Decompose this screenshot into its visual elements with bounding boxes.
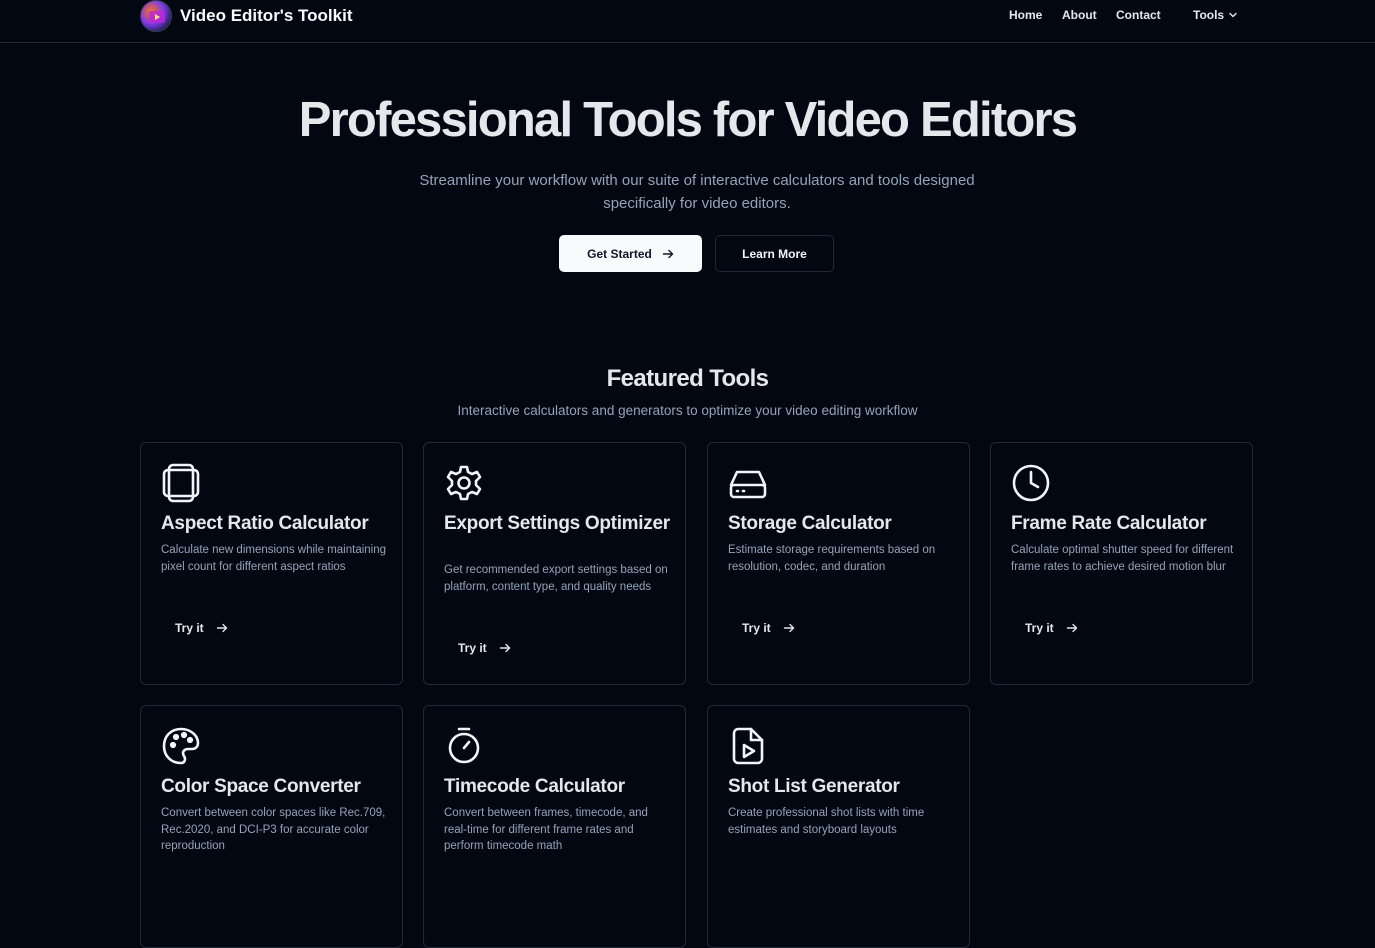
try-it-button[interactable]: Try it bbox=[444, 633, 525, 663]
try-it-label: Try it bbox=[742, 621, 771, 635]
brand-link[interactable]: Video Editor's Toolkit bbox=[140, 0, 352, 32]
arrow-right-icon bbox=[499, 643, 510, 653]
get-started-button[interactable]: Get Started bbox=[559, 235, 702, 272]
tool-card-export-settings: Export Settings Optimizer Get recommende… bbox=[423, 442, 686, 685]
tool-card-description: Get recommended export settings based on… bbox=[444, 564, 668, 593]
nav-link-home[interactable]: Home bbox=[1009, 8, 1042, 22]
file-video-icon bbox=[732, 727, 764, 765]
try-it-button[interactable]: Try it bbox=[728, 613, 809, 643]
aspect-ratio-icon bbox=[162, 463, 200, 503]
nav-link-about[interactable]: About bbox=[1062, 8, 1097, 22]
tool-card-title: Aspect Ratio Calculator bbox=[161, 513, 369, 534]
tool-card-description: Convert between color spaces like Rec.70… bbox=[161, 807, 386, 852]
arrow-right-icon bbox=[1066, 623, 1077, 633]
brand-name: Video Editor's Toolkit bbox=[180, 6, 353, 25]
tool-card-timecode: Timecode Calculator Convert between fram… bbox=[423, 705, 686, 948]
tool-card-description: Estimate storage requirements based on r… bbox=[728, 544, 936, 573]
try-it-label: Try it bbox=[175, 621, 204, 635]
get-started-label: Get Started bbox=[587, 246, 652, 261]
hero-subtitle: Streamline your workflow with our suite … bbox=[419, 172, 975, 212]
nav-link-tools-label: Tools bbox=[1193, 8, 1225, 22]
tool-card-aspect-ratio: Aspect Ratio Calculator Calculate new di… bbox=[140, 442, 403, 685]
hero-title: Professional Tools for Video Editors bbox=[298, 93, 1078, 147]
arrow-right-icon bbox=[662, 249, 674, 258]
tool-card-description: Calculate new dimensions while maintaini… bbox=[161, 544, 387, 573]
tool-card-title: Timecode Calculator bbox=[444, 776, 625, 797]
nav-link-tools[interactable]: Tools bbox=[1193, 8, 1238, 22]
try-it-button[interactable]: Try it bbox=[1011, 613, 1092, 643]
arrow-right-icon bbox=[216, 623, 227, 633]
try-it-label: Try it bbox=[1025, 621, 1054, 635]
try-it-label: Try it bbox=[458, 641, 487, 655]
featured-tools-subtitle: Interactive calculators and generators t… bbox=[457, 403, 918, 418]
hard-drive-icon bbox=[729, 470, 767, 499]
tool-card-storage: Storage Calculator Estimate storage requ… bbox=[707, 442, 970, 685]
tool-card-shot-list: Shot List Generator Create professional … bbox=[707, 705, 970, 948]
gear-icon bbox=[446, 465, 482, 501]
learn-more-button[interactable]: Learn More bbox=[715, 235, 834, 272]
tool-card-title: Export Settings Optimizer bbox=[444, 513, 670, 534]
arrow-right-icon bbox=[783, 623, 794, 633]
tool-card-title: Frame Rate Calculator bbox=[1011, 513, 1207, 534]
clock-icon bbox=[1012, 464, 1050, 502]
tool-card-title: Storage Calculator bbox=[728, 513, 892, 534]
tool-card-description: Calculate optimal shutter speed for diff… bbox=[1011, 544, 1234, 573]
stopwatch-icon bbox=[448, 727, 480, 764]
tool-card-title: Shot List Generator bbox=[728, 776, 900, 797]
featured-tools-title: Featured Tools bbox=[606, 365, 769, 392]
tool-card-description: Create professional shot lists with time… bbox=[728, 807, 925, 836]
logo-icon bbox=[140, 0, 172, 32]
tool-card-color-space: Color Space Converter Convert between co… bbox=[140, 705, 403, 948]
tool-card-description: Convert between frames, timecode, and re… bbox=[444, 807, 648, 852]
tool-card-frame-rate: Frame Rate Calculator Calculate optimal … bbox=[990, 442, 1253, 685]
tool-card-title: Color Space Converter bbox=[161, 776, 361, 797]
nav-link-contact[interactable]: Contact bbox=[1116, 8, 1161, 22]
palette-icon bbox=[162, 727, 200, 765]
top-navbar: Video Editor's Toolkit Home About Contac… bbox=[0, 0, 1375, 43]
try-it-button[interactable]: Try it bbox=[161, 613, 242, 643]
chevron-down-icon bbox=[1229, 12, 1237, 18]
